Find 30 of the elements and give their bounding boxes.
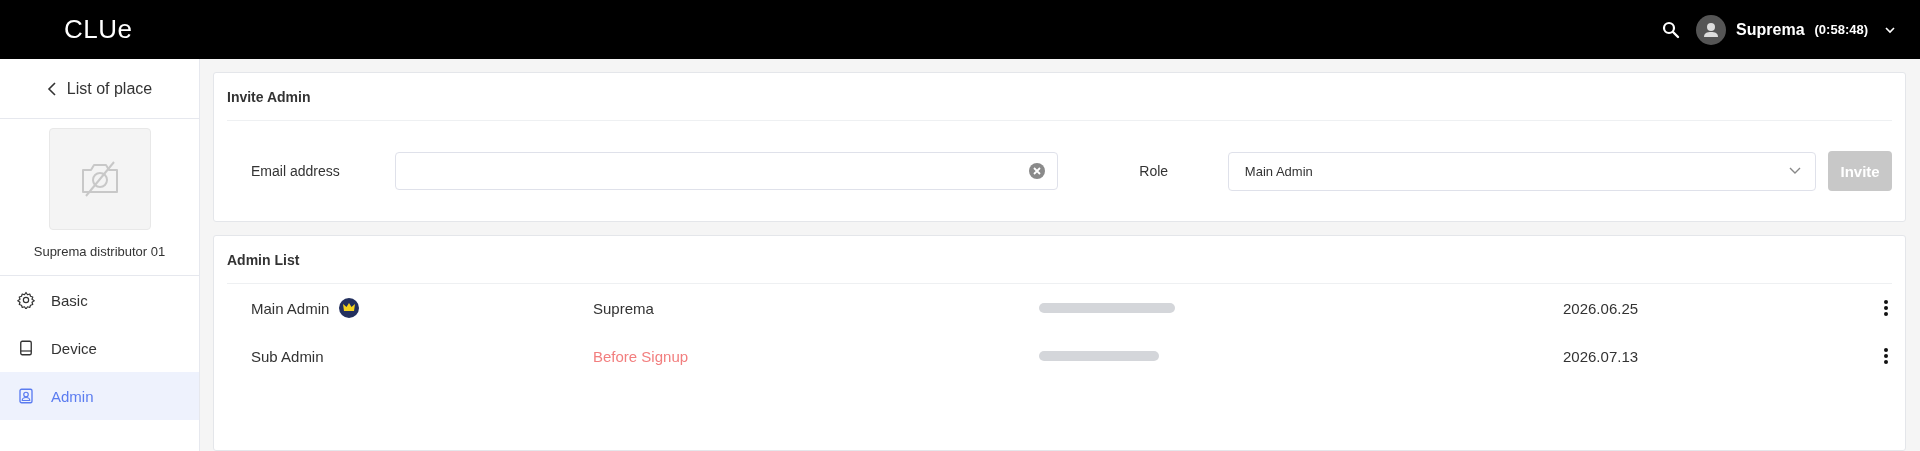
role-label: Role	[1139, 163, 1170, 179]
session-timer: (0:58:48)	[1814, 22, 1868, 37]
sidebar-item[interactable]: Device	[0, 324, 199, 372]
name-cell-text: Before Signup	[593, 347, 690, 365]
chevron-icon	[1789, 167, 1802, 175]
card-title: Admin List	[227, 236, 1892, 284]
no-camera-icon	[79, 160, 120, 198]
place-name: Suprema distributor 01	[33, 244, 166, 259]
date-cell-text: 2026.06.25	[1563, 299, 1640, 317]
caret-icon[interactable]	[1884, 25, 1896, 34]
tablet-icon	[17, 339, 35, 357]
sidebar-item[interactable]: Basic	[0, 276, 199, 324]
search-icon[interactable]	[1662, 20, 1681, 39]
email-field[interactable]	[395, 152, 1059, 190]
date-cell-text: 2026.07.13	[1563, 347, 1640, 365]
role-dropdown[interactable]: Main Admin	[1227, 151, 1817, 191]
more-icon[interactable]	[1883, 299, 1889, 317]
logo[interactable]: CLUe	[64, 14, 133, 45]
name-cell-text: Suprema	[593, 299, 655, 317]
user-name[interactable]: Suprema	[1736, 20, 1805, 39]
avatar-icon[interactable]	[1696, 14, 1727, 45]
card-title: Invite Admin	[227, 73, 1892, 121]
role-cell: Sub Admin	[251, 347, 324, 365]
gear-icon	[17, 291, 35, 309]
role-cell: Main Admin	[251, 299, 330, 317]
email-label: Email address	[251, 163, 341, 179]
more-icon[interactable]	[1883, 347, 1889, 365]
clear-icon[interactable]	[1029, 163, 1046, 179]
person-badge-icon	[17, 387, 35, 405]
back-link[interactable]: List of place	[0, 59, 199, 119]
